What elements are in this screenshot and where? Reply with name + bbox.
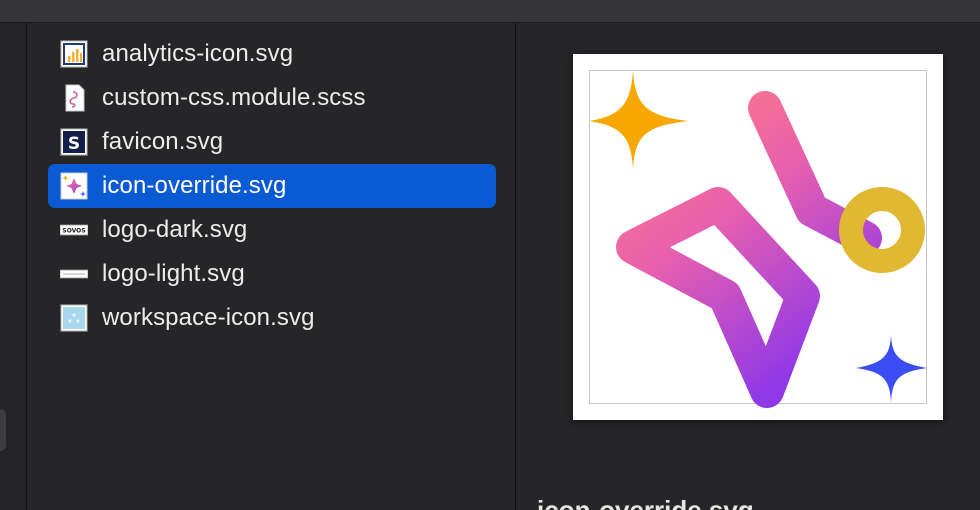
file-row-favicon[interactable]: S favicon.svg [48,120,496,164]
logo-dark-text: SOVOS [62,228,85,235]
logo-light-icon [60,260,88,288]
file-row-analytics-icon[interactable]: analytics-icon.svg [48,32,496,76]
favicon-letter: S [68,134,80,154]
file-name: workspace-icon.svg [102,304,315,331]
orange-sparkle [589,70,688,169]
yellow-ring [839,187,925,273]
file-name: custom-css.module.scss [102,84,366,111]
sparkle-icon [60,172,88,200]
column-scroll-handle[interactable] [0,409,6,451]
file-row-logo-dark[interactable]: SOVOS logo-dark.svg [48,208,496,252]
analytics-chart-icon [60,40,88,68]
file-list-column: analytics-icon.svg custom-css.module.scs… [28,23,516,510]
file-name: logo-light.svg [102,260,245,287]
workspace-icon [60,304,88,332]
file-row-workspace-icon[interactable]: workspace-icon.svg [48,296,496,340]
file-preview-thumbnail[interactable] [573,54,943,420]
logo-dark-icon: SOVOS [60,216,88,244]
file-name: icon-override.svg [102,172,287,199]
large-sparkle-outline [616,91,882,408]
sparkle-preview-icon [589,70,927,408]
preview-column: icon-override.svg [517,23,980,510]
preview-filename: icon-override.svg [537,495,754,510]
parent-folder-column [0,23,27,510]
favicon-s-icon: S [60,128,88,156]
file-name: favicon.svg [102,128,224,155]
scss-file-icon [60,84,88,112]
file-row-logo-light[interactable]: logo-light.svg [48,252,496,296]
blue-sparkle [856,335,927,403]
file-name: analytics-icon.svg [102,40,294,67]
file-row-icon-override[interactable]: icon-override.svg [48,164,496,208]
file-row-custom-css[interactable]: custom-css.module.scss [48,76,496,120]
file-name: logo-dark.svg [102,216,248,243]
window-toolbar [0,0,980,23]
